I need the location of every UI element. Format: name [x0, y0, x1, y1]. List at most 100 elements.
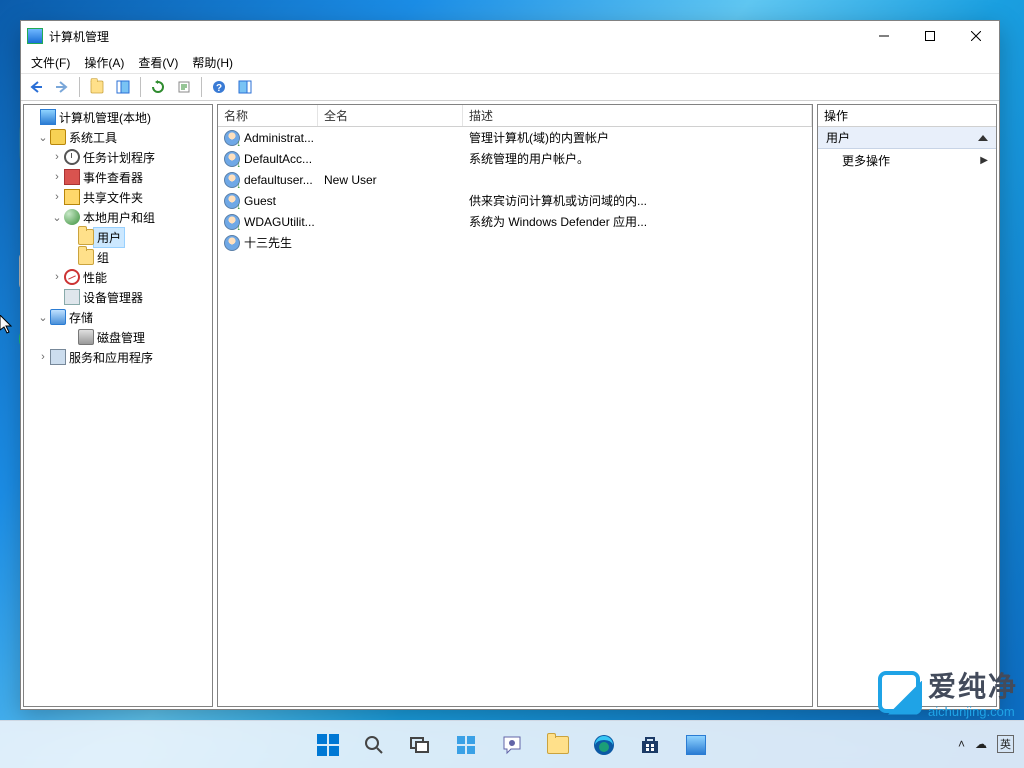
- tray-ime-icon[interactable]: 英: [997, 735, 1014, 753]
- user-name: Administrat...: [244, 131, 314, 145]
- actions-header: 操作: [818, 105, 996, 127]
- tree-share[interactable]: 共享文件夹: [80, 188, 146, 207]
- store-button[interactable]: [630, 725, 670, 765]
- event-icon: [64, 169, 80, 185]
- storage-icon: [50, 309, 66, 325]
- user-name: defaultuser...: [244, 173, 313, 187]
- tree-task[interactable]: 任务计划程序: [80, 148, 158, 167]
- user-icon: [224, 193, 240, 209]
- user-icon: [224, 214, 240, 230]
- menu-view[interactable]: 查看(V): [132, 52, 184, 73]
- computer-management-window: 计算机管理 文件(F) 操作(A) 查看(V) 帮助(H) ? 计算机管理(本地…: [20, 20, 1000, 710]
- titlebar[interactable]: 计算机管理: [21, 21, 999, 51]
- export-button[interactable]: [173, 76, 195, 98]
- edge-button[interactable]: [584, 725, 624, 765]
- user-desc: 系统管理的用户帐户。: [463, 150, 812, 167]
- show-hide-action-button[interactable]: [234, 76, 256, 98]
- tree-devmgr[interactable]: 设备管理器: [80, 288, 146, 307]
- toolbar: ?: [21, 73, 999, 101]
- menu-file[interactable]: 文件(F): [25, 52, 76, 73]
- window-title: 计算机管理: [49, 28, 861, 45]
- col-fullname[interactable]: 全名: [318, 105, 463, 126]
- start-button[interactable]: [308, 725, 348, 765]
- up-button[interactable]: [86, 76, 108, 98]
- menu-help[interactable]: 帮助(H): [186, 52, 239, 73]
- table-row[interactable]: DefaultAcc... 系统管理的用户帐户。: [218, 148, 812, 169]
- collapse-icon[interactable]: ⌄: [50, 211, 64, 224]
- tree-storage[interactable]: 存储: [66, 308, 96, 327]
- expand-icon[interactable]: ›: [50, 171, 64, 183]
- tree-perf[interactable]: 性能: [80, 268, 110, 287]
- tray-chevron-icon[interactable]: ˄: [958, 737, 965, 751]
- table-row[interactable]: defaultuser...New User: [218, 169, 812, 190]
- tools-icon: [50, 129, 66, 145]
- table-row[interactable]: Administrat... 管理计算机(域)的内置帐户: [218, 127, 812, 148]
- user-desc: 供来宾访问计算机或访问域的内...: [463, 192, 812, 209]
- services-icon: [50, 349, 66, 365]
- user-name: DefaultAcc...: [244, 152, 312, 166]
- disk-icon: [78, 329, 94, 345]
- actions-section-users[interactable]: 用户: [818, 127, 996, 149]
- user-icon: [224, 151, 240, 167]
- tree-services[interactable]: 服务和应用程序: [66, 348, 156, 367]
- forward-button[interactable]: [51, 76, 73, 98]
- svg-text:?: ?: [216, 83, 222, 94]
- show-hide-tree-button[interactable]: [112, 76, 134, 98]
- col-name[interactable]: 名称: [218, 105, 318, 126]
- user-desc: 管理计算机(域)的内置帐户: [463, 129, 812, 146]
- task-view-button[interactable]: [400, 725, 440, 765]
- users-group-icon: [64, 209, 80, 225]
- user-name: Guest: [244, 194, 276, 208]
- menubar: 文件(F) 操作(A) 查看(V) 帮助(H): [21, 51, 999, 73]
- maximize-button[interactable]: [907, 21, 953, 51]
- tree-systools[interactable]: 系统工具: [66, 128, 120, 147]
- compmgmt-taskbar-button[interactable]: [676, 725, 716, 765]
- widgets-button[interactable]: [446, 725, 486, 765]
- tree-usersgroups[interactable]: 本地用户和组: [80, 208, 158, 227]
- help-button[interactable]: ?: [208, 76, 230, 98]
- user-desc: 系统为 Windows Defender 应用...: [463, 213, 812, 230]
- tree-root[interactable]: 计算机管理(本地): [56, 108, 154, 127]
- back-button[interactable]: [25, 76, 47, 98]
- list-header: 名称 全名 描述: [218, 105, 812, 127]
- explorer-button[interactable]: [538, 725, 578, 765]
- navigation-tree[interactable]: 计算机管理(本地) ⌄ 系统工具 › 任务计划程序 › 事件查看器 › 共享文件夹 ⌄ 本…: [23, 104, 213, 707]
- user-icon: [224, 172, 240, 188]
- tree-groups[interactable]: 组: [94, 248, 112, 267]
- tree-event[interactable]: 事件查看器: [80, 168, 146, 187]
- table-row[interactable]: WDAGUtilit...系统为 Windows Defender 应用...: [218, 211, 812, 232]
- collapse-up-icon: [978, 135, 988, 141]
- system-tray[interactable]: ˄ ☁ 英: [958, 720, 1014, 768]
- col-description[interactable]: 描述: [463, 105, 812, 126]
- expand-icon[interactable]: ›: [50, 151, 64, 163]
- tree-diskmgmt[interactable]: 磁盘管理: [94, 328, 148, 347]
- table-row[interactable]: Guest 供来宾访问计算机或访问域的内...: [218, 190, 812, 211]
- actions-more[interactable]: 更多操作 ▶: [818, 149, 996, 171]
- collapse-icon[interactable]: ⌄: [36, 311, 50, 324]
- collapse-icon[interactable]: ⌄: [36, 131, 50, 144]
- close-button[interactable]: [953, 21, 999, 51]
- performance-icon: [64, 269, 80, 285]
- tree-users[interactable]: 用户: [94, 228, 124, 247]
- watermark: 爱纯净 aichunjing.com: [878, 665, 1018, 718]
- taskbar[interactable]: ˄ ☁ 英: [0, 720, 1024, 768]
- share-icon: [64, 189, 80, 205]
- watermark-logo-icon: [878, 671, 920, 713]
- minimize-button[interactable]: [861, 21, 907, 51]
- clock-icon: [64, 149, 80, 165]
- search-button[interactable]: [354, 725, 394, 765]
- menu-action[interactable]: 操作(A): [78, 52, 130, 73]
- expand-icon[interactable]: ›: [50, 271, 64, 283]
- computer-icon: [40, 109, 56, 125]
- chat-button[interactable]: [492, 725, 532, 765]
- mouse-cursor-icon: [0, 315, 14, 335]
- chevron-right-icon: ▶: [980, 155, 988, 166]
- folder-icon: [78, 229, 94, 245]
- expand-icon[interactable]: ›: [36, 351, 50, 363]
- folder-icon: [78, 249, 94, 265]
- table-row[interactable]: 十三先生: [218, 232, 812, 253]
- user-name: 十三先生: [244, 234, 292, 251]
- tray-onedrive-icon[interactable]: ☁: [975, 737, 987, 751]
- expand-icon[interactable]: ›: [50, 191, 64, 203]
- refresh-button[interactable]: [147, 76, 169, 98]
